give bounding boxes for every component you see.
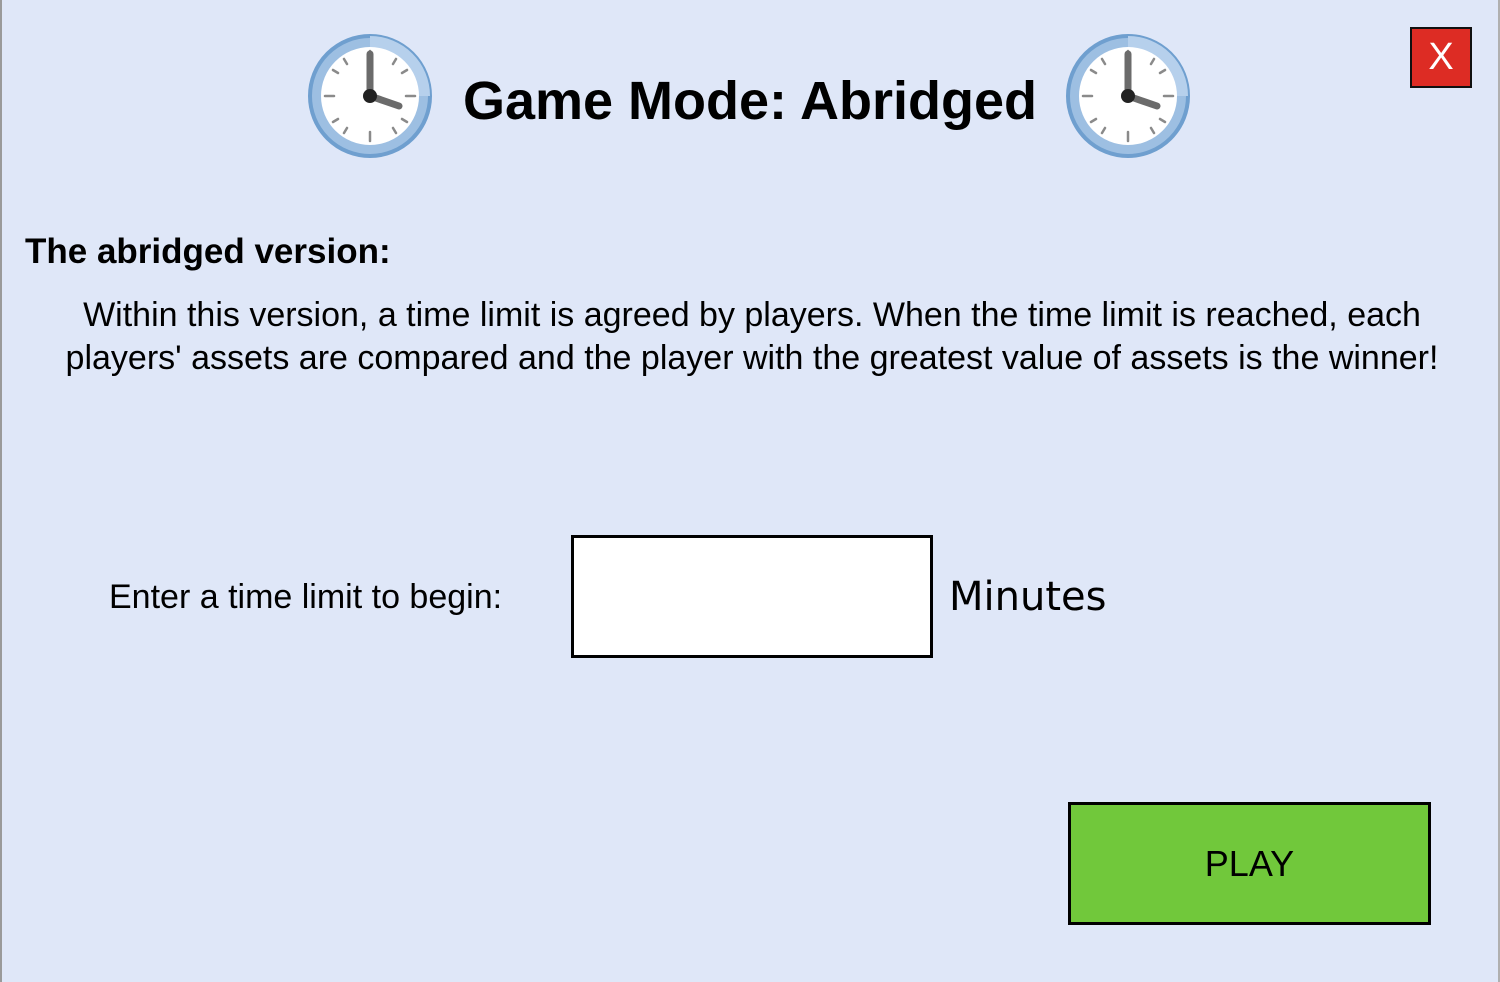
dialog-title: Game Mode: Abridged — [462, 71, 1038, 131]
minutes-label: Minutes — [949, 574, 1107, 620]
clock-icon — [308, 34, 432, 158]
time-limit-input[interactable] — [571, 535, 933, 658]
dialog-header: Game Mode: Abridged — [2, 30, 1500, 160]
game-mode-dialog: Game Mode: Abridged X The abridged versi… — [0, 0, 1500, 982]
mode-description: Within this version, a time limit is agr… — [65, 296, 1439, 377]
close-button[interactable]: X — [1410, 27, 1472, 88]
section-heading: The abridged version: — [25, 232, 391, 271]
time-limit-label: Enter a time limit to begin: — [109, 578, 503, 616]
clock-icon — [1066, 34, 1190, 158]
play-button[interactable]: PLAY — [1068, 802, 1431, 925]
